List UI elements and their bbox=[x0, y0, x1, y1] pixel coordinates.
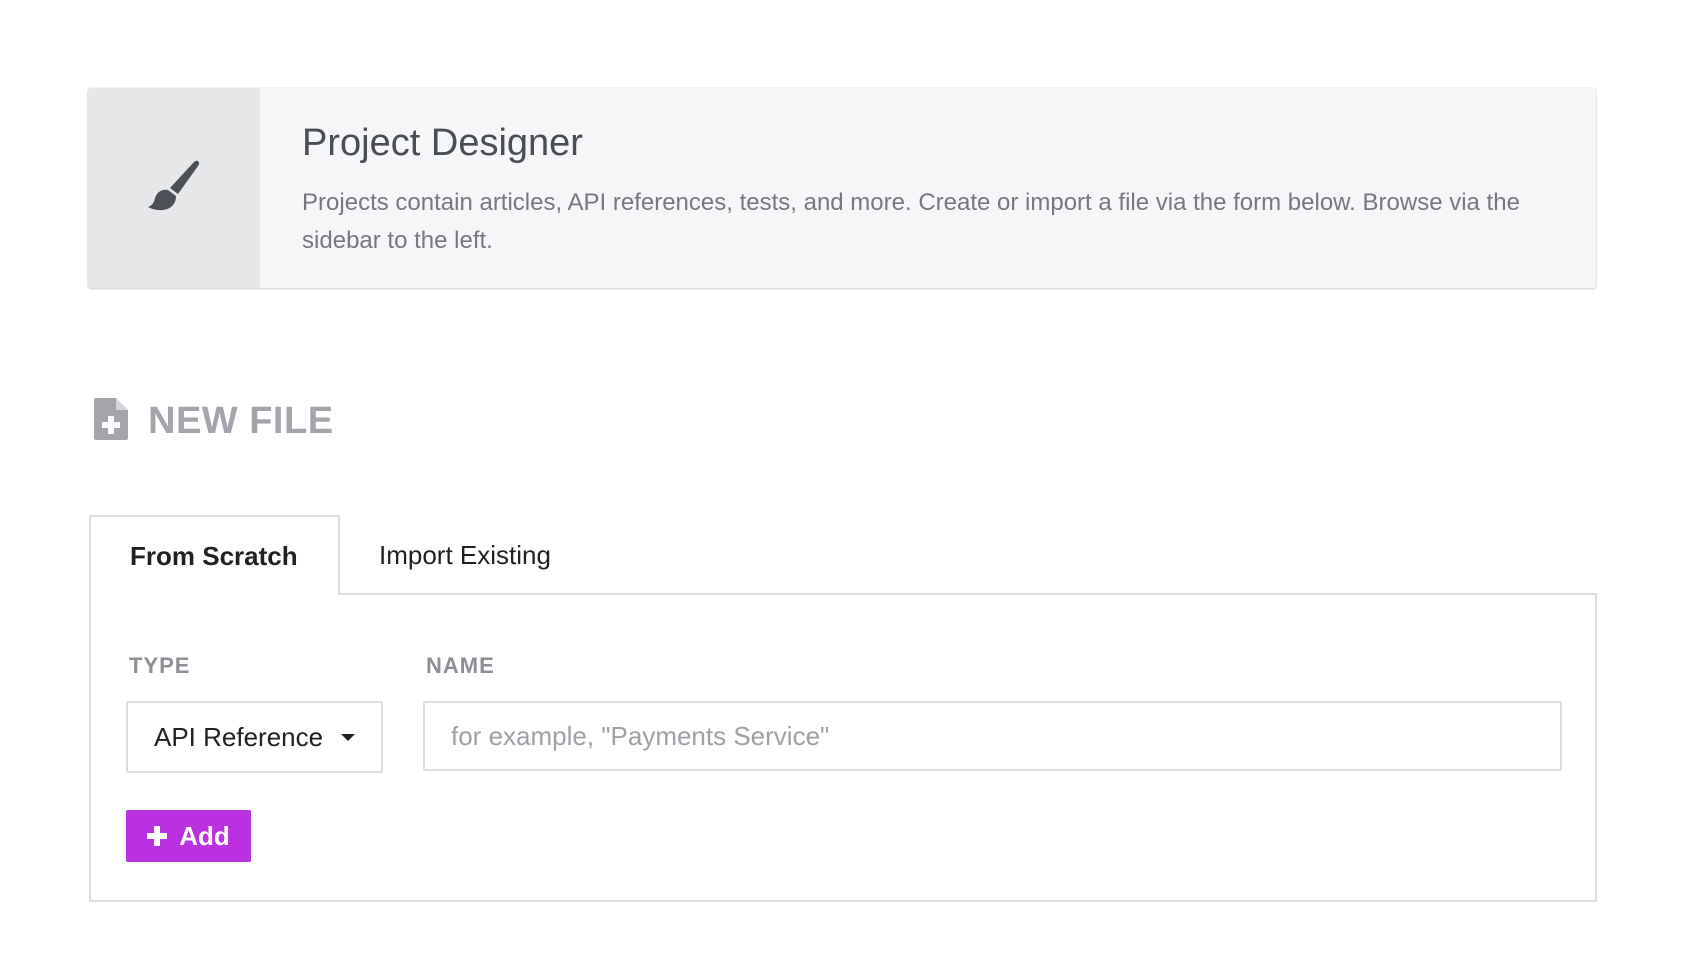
type-select-value: API Reference bbox=[154, 721, 324, 752]
add-button-label: Add bbox=[179, 820, 230, 851]
paintbrush-icon bbox=[148, 158, 200, 219]
header-text: Project Designer Projects contain articl… bbox=[260, 88, 1596, 288]
page-description: Projects contain articles, API reference… bbox=[302, 188, 1520, 254]
type-select[interactable]: API Reference bbox=[126, 701, 383, 773]
tab-import-existing[interactable]: Import Existing bbox=[340, 515, 551, 595]
chevron-down-icon bbox=[341, 733, 356, 741]
plus-icon bbox=[147, 826, 168, 846]
tab-bar: From Scratch Import Existing bbox=[89, 515, 551, 595]
add-button[interactable]: Add bbox=[126, 810, 251, 862]
new-file-form-panel: TYPE NAME API Reference Add bbox=[89, 593, 1597, 902]
new-file-heading: NEW FILE bbox=[94, 398, 334, 445]
type-label: TYPE bbox=[129, 653, 191, 678]
file-plus-icon bbox=[94, 398, 128, 445]
tab-from-scratch[interactable]: From Scratch bbox=[89, 515, 340, 595]
section-title: NEW FILE bbox=[148, 400, 334, 442]
name-input[interactable] bbox=[423, 701, 1562, 771]
header-icon-box bbox=[88, 88, 261, 288]
page: Project Designer Projects contain articl… bbox=[0, 0, 1684, 980]
header-card: Project Designer Projects contain articl… bbox=[88, 88, 1596, 288]
name-label: NAME bbox=[426, 653, 495, 678]
page-title: Project Designer bbox=[302, 122, 583, 164]
